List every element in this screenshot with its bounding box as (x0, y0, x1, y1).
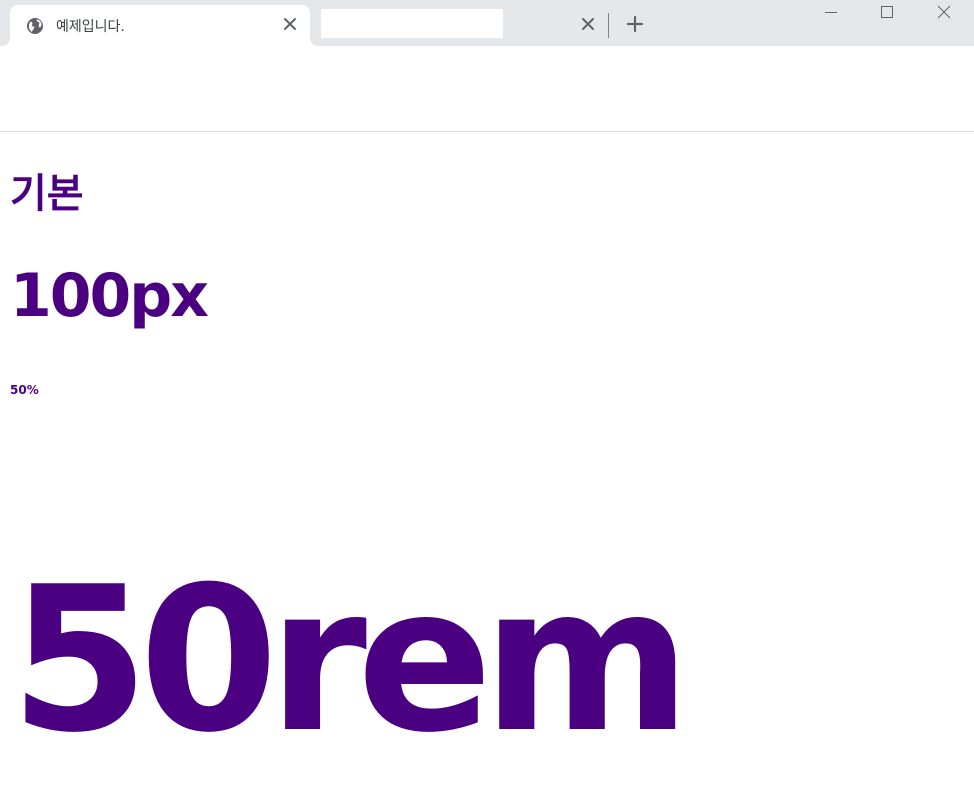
browser-titlebar: 예제입니다. (0, 0, 974, 46)
page-content: 기본 100px 50% 50rem (0, 133, 974, 788)
heading-100px: 100px (10, 261, 209, 331)
heading-50rem: 50rem (10, 544, 691, 777)
maximize-icon[interactable] (859, 0, 915, 26)
tab-inactive[interactable] (321, 9, 503, 38)
tab-separator (608, 13, 609, 38)
plus-icon[interactable] (626, 15, 644, 33)
tab-close-icon[interactable] (282, 16, 298, 32)
tab-active[interactable]: 예제입니다. (2, 5, 318, 46)
minimize-icon[interactable] (803, 0, 859, 26)
tab-close-icon-2[interactable] (581, 17, 595, 31)
close-icon[interactable] (916, 0, 972, 26)
browser-toolbar-area (0, 46, 974, 132)
globe-icon (27, 18, 43, 34)
heading-basic: 기본 (10, 171, 84, 217)
heading-50-percent: 50% (10, 383, 39, 397)
tab-title: 예제입니다. (56, 19, 125, 35)
